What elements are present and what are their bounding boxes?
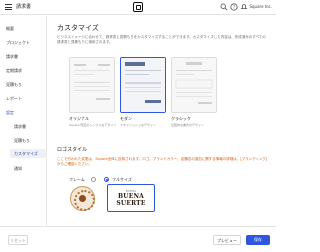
theme-card-modern[interactable] <box>120 57 166 113</box>
frame-logo-preview[interactable] <box>70 186 95 211</box>
logo-option-fullsize-radio[interactable] <box>104 177 109 182</box>
user-account-name[interactable]: Square Inc. <box>249 4 272 9</box>
sidebar-subitem-notifications[interactable]: 通知 <box>14 166 22 172</box>
theme-card-original[interactable] <box>69 57 115 113</box>
sidebar-item-overview[interactable]: 概要 <box>6 26 14 32</box>
page-title: カスタマイズ <box>57 24 99 32</box>
square-logo-icon[interactable] <box>133 2 143 12</box>
logo-main-line-2: SUERTE <box>116 200 146 207</box>
theme-name-original: オリジナル <box>69 116 89 121</box>
theme-name-classic: クラシック <box>171 116 191 121</box>
theme-name-modern: モダン <box>120 116 132 121</box>
notification-bell-icon[interactable] <box>240 3 248 11</box>
help-icon[interactable]: ? <box>230 3 238 11</box>
theme-preview-modern <box>121 58 165 112</box>
page-description: ビジネスイメージに合わせて、請求書と見積もりをカスタマイズすることができます。カ… <box>57 35 266 45</box>
menu-icon[interactable] <box>5 4 12 10</box>
sidebar-subitem-estimates[interactable]: 見積もり <box>14 138 30 144</box>
top-bar: 請求書 ? Square Inc. <box>0 0 276 15</box>
theme-desc-original: Square 既定のシンプルなデザイン <box>69 123 117 127</box>
theme-preview-classic <box>175 62 213 104</box>
sidebar-item-estimates[interactable]: 見積もり <box>6 82 22 88</box>
fullsize-logo-preview[interactable]: BUENA BUENA SUERTE <box>107 184 155 212</box>
save-button[interactable]: 保存 <box>246 235 270 245</box>
logo-style-description: ここで行われた変更は、Square全体に反映されます。ロゴ、ブランドカラー、店舗… <box>57 157 268 167</box>
reset-button[interactable]: リセット <box>8 235 28 245</box>
sidebar-item-reports[interactable]: レポート <box>6 96 22 102</box>
sidebar-item-settings[interactable]: 設定 <box>6 110 14 116</box>
page-header-title: 請求書 <box>16 4 32 10</box>
logo-option-frame-radio[interactable] <box>91 177 96 182</box>
search-icon[interactable] <box>220 3 228 11</box>
preview-button[interactable]: プレビュー <box>213 235 241 245</box>
footer-bar: リセット プレビュー 保存 <box>0 226 276 252</box>
sidebar-subitem-customize[interactable]: カスタマイズ <box>10 149 46 158</box>
sidebar-item-recurring[interactable]: 定期請求 <box>6 68 22 74</box>
theme-card-classic[interactable] <box>171 57 217 113</box>
sidebar-item-invoices[interactable]: 請求書 <box>6 54 18 60</box>
sidebar: 概要 プロジェクト 請求書 定期請求 見積もり レポート 設定 請求書 見積もり… <box>0 16 47 226</box>
svg-text:?: ? <box>233 5 235 10</box>
logo-main-line-1: BUENA <box>117 193 145 200</box>
theme-desc-modern: スタイリッシュなデザイン <box>120 123 157 127</box>
logo-option-frame-label: フレーム <box>69 177 85 182</box>
logo-style-heading: ロゴスタイル <box>57 147 88 153</box>
theme-preview-original <box>74 64 110 100</box>
theme-desc-classic: 伝統的な書式のデザイン <box>171 123 205 127</box>
logo-option-fullsize-label: フルサイズ <box>112 177 132 182</box>
sidebar-subitem-invoices[interactable]: 請求書 <box>14 124 26 130</box>
sidebar-item-projects[interactable]: プロジェクト <box>6 40 30 46</box>
